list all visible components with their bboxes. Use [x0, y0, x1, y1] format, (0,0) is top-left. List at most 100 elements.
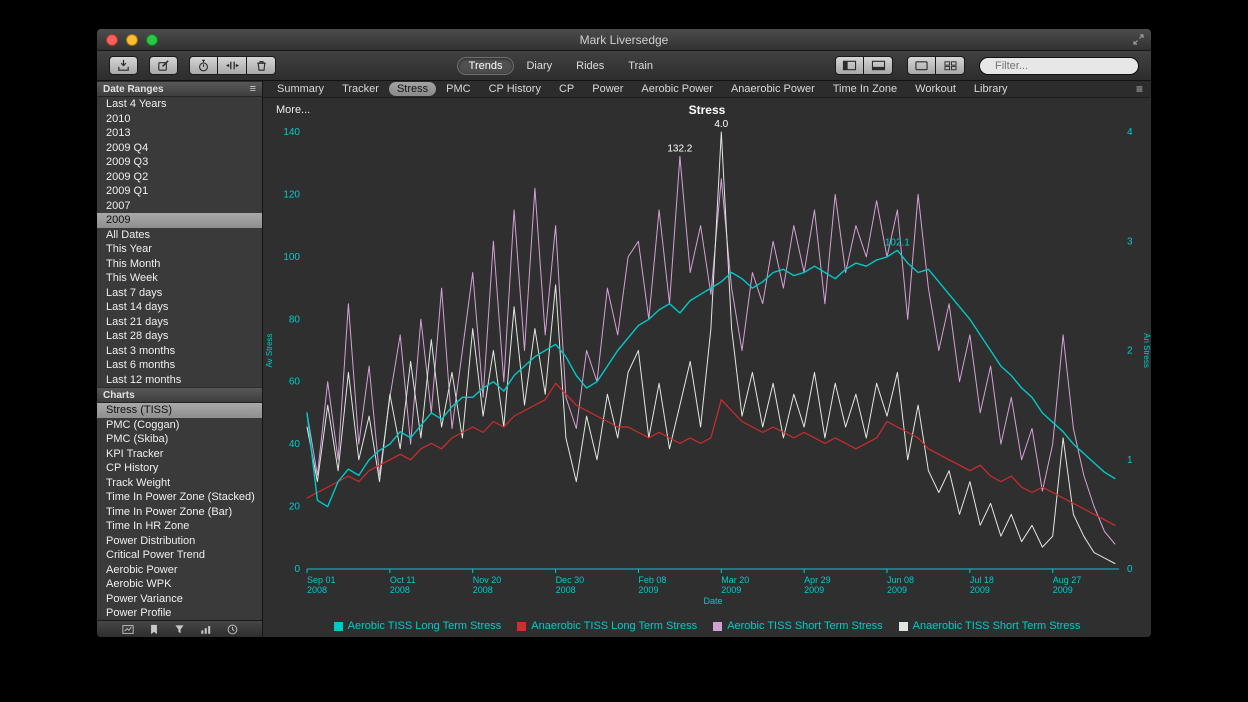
sidebar-toggle-group: [835, 56, 893, 75]
delete-button[interactable]: [247, 56, 276, 75]
sidebar-item-last-21-days[interactable]: Last 21 days: [97, 315, 262, 330]
sidebar-chart-time-in-power-zone-stacked[interactable]: Time In Power Zone (Stacked): [97, 490, 262, 505]
sidebar-item-2007[interactable]: 2007: [97, 199, 262, 214]
sidebar-chart-track-weight[interactable]: Track Weight: [97, 476, 262, 491]
toggle-sidebar-button[interactable]: [835, 56, 864, 75]
tab-summary[interactable]: Summary: [269, 82, 332, 96]
sidebar-chart-aerobic-wpk[interactable]: Aerobic WPK: [97, 577, 262, 592]
tab-workout[interactable]: Workout: [907, 82, 964, 96]
sidebar-item-last-28-days[interactable]: Last 28 days: [97, 329, 262, 344]
zoom-button[interactable]: [146, 34, 158, 46]
svg-text:Sep 012008: Sep 012008: [307, 575, 336, 595]
single-view-button[interactable]: [907, 56, 936, 75]
svg-text:80: 80: [289, 314, 301, 325]
segment-train[interactable]: Train: [616, 57, 665, 75]
sidebar-item-last-3-months[interactable]: Last 3 months: [97, 344, 262, 359]
sidebar-chart-time-in-power-zone-bar[interactable]: Time In Power Zone (Bar): [97, 505, 262, 520]
sidebar-item-2009-q3[interactable]: 2009 Q3: [97, 155, 262, 170]
svg-text:Date: Date: [703, 596, 722, 606]
intervals-button[interactable]: [218, 56, 247, 75]
sidebar-item-all-dates[interactable]: All Dates: [97, 228, 262, 243]
sidebar-bottom-toolbar: [97, 620, 262, 637]
sidebar-item-2009[interactable]: 2009: [97, 213, 262, 228]
sidebar-chart-time-in-hr-zone[interactable]: Time In HR Zone: [97, 519, 262, 534]
stopwatch-button[interactable]: [189, 56, 218, 75]
sidebar-chart-pmc-skiba[interactable]: PMC (Skiba): [97, 432, 262, 447]
bookmark-icon[interactable]: [149, 624, 159, 635]
sidebar-chart-aerobic-power[interactable]: Aerobic Power: [97, 563, 262, 578]
tab-time-in-zone[interactable]: Time In Zone: [825, 82, 905, 96]
filter-input[interactable]: [995, 60, 1137, 72]
tab-anaerobic-power[interactable]: Anaerobic Power: [723, 82, 823, 96]
tab-pmc[interactable]: PMC: [438, 82, 478, 96]
tab-library[interactable]: Library: [966, 82, 1016, 96]
sidebar-item-last-14-days[interactable]: Last 14 days: [97, 300, 262, 315]
intervals-icon: [225, 58, 240, 73]
svg-text:Oct 112008: Oct 112008: [390, 575, 416, 595]
clock-icon[interactable]: [227, 624, 238, 635]
stopwatch-icon: [196, 58, 211, 73]
tab-aerobic-power[interactable]: Aerobic Power: [633, 82, 721, 96]
filter-field[interactable]: [979, 57, 1139, 75]
sidebar-item-this-year[interactable]: This Year: [97, 242, 262, 257]
view-segmented-control: TrendsDiaryRidesTrain: [457, 57, 665, 75]
window-title: Mark Liversedge: [97, 33, 1151, 47]
sidebar-chart-cp-history[interactable]: CP History: [97, 461, 262, 476]
date-ranges-header[interactable]: Date Ranges ≡: [97, 81, 262, 97]
sidebar-item-last-7-days[interactable]: Last 7 days: [97, 286, 262, 301]
segment-trends[interactable]: Trends: [457, 57, 515, 75]
legend-item-aerobic-tiss-long-term-stress[interactable]: Aerobic TISS Long Term Stress: [334, 620, 502, 632]
charts-list: Stress (TISS)PMC (Coggan)PMC (Skiba)KPI …: [97, 403, 262, 620]
sidebar-item-last-4-years[interactable]: Last 4 Years: [97, 97, 262, 112]
sidebar-chart-pmc-coggan[interactable]: PMC (Coggan): [97, 418, 262, 433]
sidebar-item-2009-q4[interactable]: 2009 Q4: [97, 141, 262, 156]
stats-bars-icon[interactable]: [200, 624, 212, 635]
tab-power[interactable]: Power: [584, 82, 631, 96]
sidebar-item-this-month[interactable]: This Month: [97, 257, 262, 272]
minimize-button[interactable]: [126, 34, 138, 46]
date-ranges-menu-icon[interactable]: ≡: [250, 83, 256, 95]
charts-header-label: Charts: [103, 390, 135, 401]
legend-item-aerobic-tiss-short-term-stress[interactable]: Aerobic TISS Short Term Stress: [713, 620, 882, 632]
svg-text:140: 140: [283, 127, 300, 138]
tab-stress[interactable]: Stress: [389, 82, 436, 96]
sidebar-chart-kpi-tracker[interactable]: KPI Tracker: [97, 447, 262, 462]
legend-swatch: [334, 622, 343, 631]
sidebar-item-2010[interactable]: 2010: [97, 112, 262, 127]
tabbar-menu-icon[interactable]: ≡: [1136, 82, 1145, 96]
sidebar-chart-power-profile[interactable]: Power Profile: [97, 606, 262, 620]
fullscreen-icon[interactable]: [1132, 33, 1145, 46]
sidebar-chart-critical-power-trend[interactable]: Critical Power Trend: [97, 548, 262, 563]
charts-header[interactable]: Charts: [97, 387, 262, 403]
sidebar-item-last-6-months[interactable]: Last 6 months: [97, 358, 262, 373]
segment-rides[interactable]: Rides: [564, 57, 616, 75]
legend-item-anaerobic-tiss-long-term-stress[interactable]: Anaerobic TISS Long Term Stress: [517, 620, 697, 632]
toggle-bottom-panel-button[interactable]: [864, 56, 893, 75]
legend-label: Aerobic TISS Long Term Stress: [348, 620, 502, 632]
tab-cp-history[interactable]: CP History: [481, 82, 549, 96]
ride-tools-group: [189, 56, 276, 75]
legend-item-anaerobic-tiss-short-term-stress[interactable]: Anaerobic TISS Short Term Stress: [899, 620, 1081, 632]
sidebar-item-2013[interactable]: 2013: [97, 126, 262, 141]
close-button[interactable]: [106, 34, 118, 46]
sidebar-item-last-12-months[interactable]: Last 12 months: [97, 373, 262, 388]
sidebar-chart-power-distribution[interactable]: Power Distribution: [97, 534, 262, 549]
window-controls: [106, 34, 158, 46]
segment-diary[interactable]: Diary: [514, 57, 564, 75]
sidebar-chart-power-variance[interactable]: Power Variance: [97, 592, 262, 607]
chart-view-icon[interactable]: [122, 624, 134, 635]
svg-text:An Stress: An Stress: [1142, 333, 1151, 368]
sidebar-item-this-week[interactable]: This Week: [97, 271, 262, 286]
tab-tracker[interactable]: Tracker: [334, 82, 387, 96]
sidebar-item-2009-q2[interactable]: 2009 Q2: [97, 170, 262, 185]
compose-button[interactable]: [149, 56, 178, 75]
sidebar-item-2009-q1[interactable]: 2009 Q1: [97, 184, 262, 199]
svg-text:0: 0: [1127, 564, 1133, 575]
compose-icon: [156, 58, 171, 73]
funnel-filter-icon[interactable]: [174, 624, 185, 635]
tiled-view-button[interactable]: [936, 56, 965, 75]
sidebar-chart-stress-tiss[interactable]: Stress (TISS): [97, 403, 262, 418]
legend-swatch: [899, 622, 908, 631]
tab-cp[interactable]: CP: [551, 82, 582, 96]
export-button[interactable]: [109, 56, 138, 75]
